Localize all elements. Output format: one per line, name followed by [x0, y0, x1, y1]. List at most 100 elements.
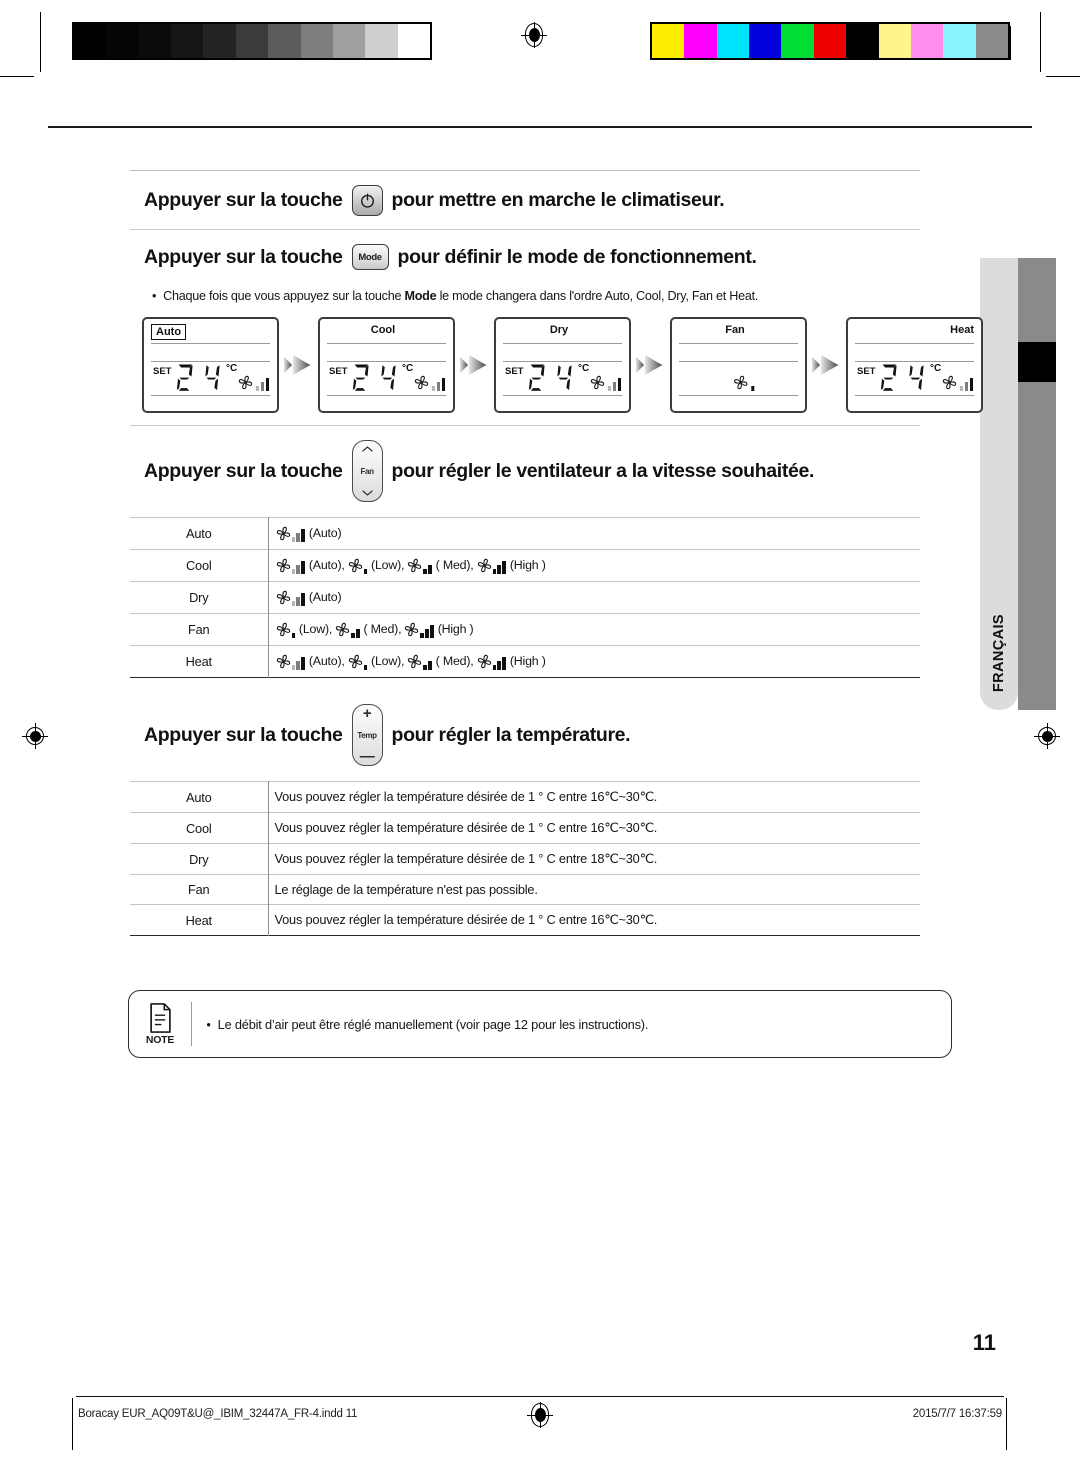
fan-blade-icon — [408, 654, 422, 669]
lcd-mode-label: Cool — [370, 324, 396, 336]
fan-option: (Low), — [275, 621, 332, 638]
color-swatch — [943, 24, 976, 58]
lcd-rule — [151, 361, 270, 363]
temperature-heading-text-after: pour régler la température. — [391, 723, 631, 746]
fan-row-mode: Fan — [130, 613, 269, 646]
fan-speed-bars-auto — [959, 378, 973, 391]
seven-segment-digit — [557, 365, 572, 390]
fan-speed-bars-med — [351, 625, 360, 638]
lcd-temperature-value — [350, 363, 400, 393]
fan-speed-bars-auto — [431, 378, 445, 391]
fan-blade-icon — [408, 558, 422, 573]
minus-icon: — — [359, 748, 375, 765]
mode-bullet: • Chaque fois que vous appuyez sur la tou… — [130, 283, 920, 311]
color-swatch — [846, 24, 879, 58]
grayscale-swatch — [300, 24, 333, 58]
fan-row-options: (Low), ( Med), (High ) — [268, 613, 920, 646]
color-calibration-strip — [650, 22, 1010, 60]
temp-row-mode: Auto — [130, 781, 269, 813]
chevron-up-icon — [361, 446, 373, 452]
color-swatch — [975, 24, 1008, 58]
mode-heading-text-before: Appuyer sur la touche — [144, 245, 343, 268]
lcd-rule — [503, 343, 622, 345]
fan-speed-bars-high — [420, 625, 434, 638]
fan-speed-bars-low — [363, 561, 368, 574]
lcd-mode-label: Dry — [549, 324, 569, 336]
mode-bullet-after: le mode changera dans l'ordre Auto, Cool… — [436, 289, 759, 303]
temp-row-description: Le réglage de la température n'est pas p… — [268, 874, 920, 905]
seven-segment-digit — [352, 364, 369, 391]
registration-mark-right — [1034, 723, 1060, 749]
fan-heading-text-before: Appuyer sur la touche — [144, 459, 343, 482]
grayscale-swatch — [106, 24, 139, 58]
note-label: NOTE — [145, 1033, 175, 1046]
lcd-display-dry: Dry SET °C — [494, 317, 631, 413]
fan-speed-bars-auto — [291, 561, 305, 574]
color-swatch — [878, 24, 911, 58]
language-tab: FRANÇAIS — [980, 258, 1018, 710]
fan-blade-icon — [276, 558, 290, 573]
fan-blade-icon — [733, 375, 747, 390]
crop-mark-right-top — [1040, 12, 1041, 72]
grayscale-swatch — [332, 24, 366, 58]
lcd-rule — [151, 343, 270, 345]
fan-speed-bars-auto — [607, 378, 621, 391]
footer-timestamp: 2015/7/7 16:37:59 — [912, 1408, 1003, 1420]
fan-blade-icon — [942, 375, 956, 390]
fan-button[interactable]: Fan — [351, 440, 383, 502]
fan-option: (Auto) — [275, 589, 342, 606]
lcd-temperature-unit: °C — [578, 363, 590, 374]
lcd-set-label: SET — [505, 366, 524, 377]
table-bottom-border — [130, 935, 920, 936]
side-gray-bar — [1018, 258, 1056, 710]
temp-row-mode: Cool — [130, 812, 269, 844]
power-heading-text-before: Appuyer sur la touche — [144, 189, 343, 211]
fan-blade-icon — [276, 526, 290, 541]
power-heading-text-after: pour mettre en marche le climatiseur. — [391, 189, 725, 211]
table-row: Cool (Auto), (Low), ( Med), (High ) — [130, 549, 920, 582]
lcd-fan-indicator — [589, 374, 621, 391]
color-swatch — [749, 24, 782, 58]
fan-row-mode: Auto — [130, 517, 269, 550]
temperature-heading: Appuyer sur la touche + Temp — pour régl… — [130, 678, 920, 779]
temperature-heading-text-before: Appuyer sur la touche — [144, 723, 343, 746]
color-swatch — [813, 24, 847, 58]
chevron-down-icon — [361, 490, 373, 496]
fan-option-label: ( Med), — [363, 622, 402, 636]
registration-mark-left — [22, 723, 48, 749]
temp-row-description: Vous pouvez régler la température désiré… — [268, 812, 920, 844]
fan-speed-bars-auto — [291, 529, 305, 542]
fan-option-label: (High ) — [509, 558, 546, 572]
lcd-temperature-unit: °C — [402, 363, 414, 374]
temp-button[interactable]: + Temp — — [351, 704, 383, 766]
fan-blade-icon — [238, 375, 252, 390]
seven-segment-digit — [176, 364, 193, 391]
mode-button[interactable]: Mode — [351, 244, 389, 270]
fan-option: (Low), — [347, 557, 404, 574]
fan-speed-bars-high — [492, 561, 506, 574]
lcd-display-auto: Auto SET °C — [142, 317, 279, 413]
fan-row-options: (Auto) — [268, 517, 920, 550]
mode-heading: Appuyer sur la touche Mode pour définir … — [130, 230, 920, 283]
note-text-value: Le débit d’air peut être réglé manuellem… — [217, 1016, 649, 1032]
power-button[interactable] — [351, 185, 383, 216]
seven-segment-digit — [880, 364, 897, 391]
fan-option: ( Med), — [406, 653, 474, 670]
grayscale-swatch — [138, 24, 172, 58]
lcd-fan-indicator — [732, 374, 755, 391]
fan-row-mode: Cool — [130, 549, 269, 582]
footer-filename: Boracay EUR_AQ09T&U@_IBIM_32447A_FR-4.in… — [78, 1408, 358, 1420]
temp-button-label: Temp — [357, 730, 377, 740]
mode-bullet-bold: Mode — [404, 289, 437, 303]
fan-speed-bars-med — [423, 657, 432, 670]
fan-option-label: (Auto), — [308, 558, 345, 572]
lcd-mode-label: Auto — [151, 324, 187, 340]
registration-mark-top — [521, 22, 547, 48]
seven-segment-digit — [205, 365, 220, 390]
sequence-arrow-icon — [635, 354, 663, 376]
fan-row-options: (Auto) — [268, 581, 920, 614]
fan-row-mode: Heat — [130, 645, 269, 678]
temperature-range-table: Auto Vous pouvez régler la température dé… — [130, 781, 920, 936]
grayscale-swatch — [171, 24, 204, 58]
grayscale-calibration-strip — [72, 22, 432, 60]
